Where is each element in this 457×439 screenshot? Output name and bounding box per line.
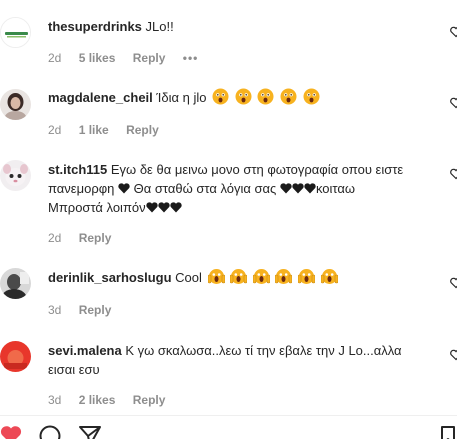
comment-text-line-1: Εγω δε θα μεινω μονο στη φωτογραφία οπου… <box>110 162 404 177</box>
like-heart-icon[interactable] <box>450 26 457 38</box>
avatar[interactable] <box>0 160 31 191</box>
black-heart-icon <box>158 202 170 213</box>
red-avatar-icon <box>0 341 31 372</box>
screaming-face-icon <box>230 269 248 284</box>
comment-text-line-2: εισαι εσυ <box>48 362 100 377</box>
comment-username[interactable]: magdalene_cheil <box>48 90 153 105</box>
heart-icon[interactable] <box>0 425 22 439</box>
action-bar <box>0 425 457 439</box>
comment-text-line-3: Μπροστά λοιπόν <box>48 200 146 215</box>
comment-likes[interactable]: 5 likes <box>79 51 116 65</box>
stitch-avatar-icon <box>0 160 31 191</box>
comment-username[interactable]: sevi.malena <box>48 343 122 358</box>
avatar[interactable] <box>0 17 31 48</box>
comment-meta: 2d 1 like Reply <box>48 123 173 137</box>
emoji-group <box>207 269 340 285</box>
screaming-face-icon <box>320 269 338 284</box>
comment-text-line-2a: πανεμορφη <box>48 181 115 196</box>
comment-text: Ίδια η jlo <box>156 90 207 105</box>
astonished-face-icon <box>212 88 229 105</box>
comment-time[interactable]: 2d <box>48 51 61 65</box>
comment-text-line-2c: κοιταω <box>315 181 356 196</box>
screaming-face-icon <box>207 269 225 284</box>
comment-time[interactable]: 3d <box>48 393 61 407</box>
comment-text-line-1: Κ γω σκαλωσα..λεω τί την εβαλε την J Lo.… <box>125 343 402 358</box>
black-heart-icon <box>146 202 158 213</box>
astonished-face-icon <box>235 88 252 105</box>
comment-likes[interactable]: 2 likes <box>79 393 116 407</box>
astonished-face-icon <box>257 88 274 105</box>
like-heart-icon[interactable] <box>450 97 457 109</box>
reply-button[interactable]: Reply <box>133 393 166 407</box>
comment-meta: 3d Reply <box>48 303 125 317</box>
comment-time[interactable]: 3d <box>48 303 61 317</box>
like-heart-icon[interactable] <box>450 277 457 289</box>
comment-icon[interactable] <box>38 425 62 439</box>
reply-button[interactable]: Reply <box>79 303 112 317</box>
comment-text-line-2b: Θα σταθώ στα λόγια σας <box>133 181 277 196</box>
black-heart-icon <box>170 202 182 213</box>
like-heart-icon[interactable] <box>450 168 457 180</box>
screaming-face-icon <box>252 269 270 284</box>
comment-likes[interactable]: 1 like <box>79 123 109 137</box>
comment-username[interactable]: st.itch115 <box>48 162 107 177</box>
comment-text: JLo!! <box>145 19 174 34</box>
comment-time[interactable]: 2d <box>48 123 61 137</box>
comment-username[interactable]: thesuperdrinks <box>48 19 142 34</box>
comment-text: Cool <box>175 270 202 285</box>
astonished-face-icon <box>280 88 297 105</box>
black-heart-icon <box>280 183 292 194</box>
comment-time[interactable]: 2d <box>48 231 61 245</box>
screaming-face-icon <box>275 269 293 284</box>
avatar[interactable] <box>0 341 31 372</box>
comment-meta: 3d 2 likes Reply <box>48 393 179 407</box>
avatar[interactable] <box>0 268 31 299</box>
comment-meta: 2d Reply <box>48 231 125 245</box>
divider <box>0 415 457 416</box>
bw-portrait-avatar-icon <box>0 268 31 299</box>
screaming-face-icon <box>298 269 316 284</box>
black-heart-icon <box>304 183 316 194</box>
person-avatar-icon <box>0 89 31 120</box>
reply-button[interactable]: Reply <box>133 51 166 65</box>
brand-logo-icon <box>1 18 30 47</box>
more-options-icon[interactable]: ••• <box>183 51 199 65</box>
comment-meta: 2d 5 likes Reply ••• <box>48 51 212 65</box>
emoji-group <box>212 88 322 105</box>
avatar[interactable] <box>0 89 31 120</box>
comment-username[interactable]: derinlik_sarhoslugu <box>48 270 172 285</box>
bookmark-icon[interactable] <box>440 425 456 439</box>
black-heart-icon <box>118 183 130 194</box>
astonished-face-icon <box>303 88 320 105</box>
like-heart-icon[interactable] <box>450 349 457 361</box>
reply-button[interactable]: Reply <box>126 123 159 137</box>
black-heart-icon <box>292 183 304 194</box>
reply-button[interactable]: Reply <box>79 231 112 245</box>
share-icon[interactable] <box>78 425 102 439</box>
